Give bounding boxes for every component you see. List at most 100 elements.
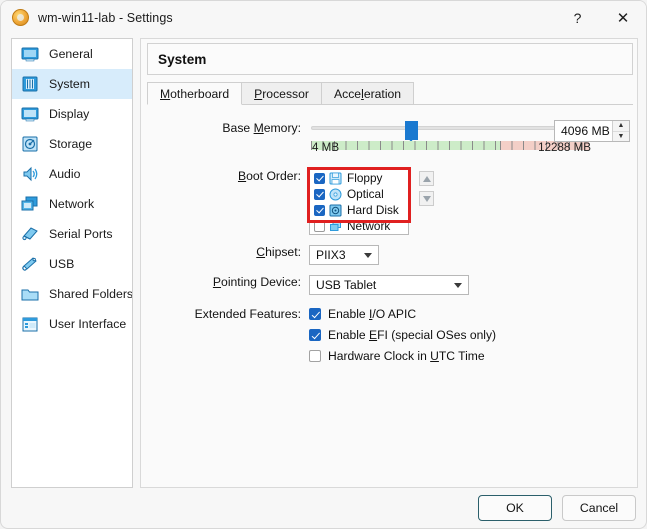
pointing-device-select[interactable]: USB Tablet	[309, 275, 469, 295]
window-controls: ? ✕	[555, 1, 646, 34]
close-button[interactable]: ✕	[600, 1, 646, 34]
chipset-select[interactable]: PIIX3	[309, 245, 379, 265]
checkbox-enable-efi[interactable]: Enable EFI (special OSes only)	[309, 328, 496, 342]
boot-order-list[interactable]: Floppy Optical Hard Disk Network	[309, 169, 409, 235]
boot-checkbox-optical[interactable]	[314, 188, 325, 200]
help-button[interactable]: ?	[555, 1, 600, 34]
slider-max-label: 12288 MB	[538, 141, 591, 154]
sidebar-item-display[interactable]: Display	[12, 99, 132, 129]
boot-order-label: Boot Order:	[237, 169, 301, 183]
sidebar-item-general[interactable]: General	[12, 39, 132, 69]
boot-item-label: Network	[347, 219, 391, 233]
usb-plug-icon	[20, 255, 40, 274]
base-memory-slider[interactable]: 4 MB 12288 MB	[309, 121, 591, 157]
audio-speaker-icon	[20, 165, 40, 184]
spin-down-button[interactable]: ▼	[613, 132, 629, 142]
slider-handle[interactable]	[405, 121, 418, 142]
chipset-value: PIIX3	[316, 248, 346, 262]
settings-sidebar[interactable]: General System Display Storage Audio Net…	[11, 38, 133, 488]
sidebar-item-label: System	[49, 77, 90, 91]
slider-min-label: 4 MB	[312, 141, 340, 154]
general-monitor-icon	[20, 45, 40, 64]
storage-disk-icon	[20, 135, 40, 154]
floppy-disk-icon	[329, 172, 342, 185]
sidebar-item-shared-folders[interactable]: Shared Folders	[12, 279, 132, 309]
chipset-row: Chipset: PIIX3	[141, 245, 639, 265]
checkbox-box[interactable]	[309, 308, 321, 320]
slider-scale: 4 MB 12288 MB	[309, 141, 591, 157]
settings-window: wm-win11-lab - Settings ? ✕ General Syst…	[0, 0, 647, 529]
sidebar-item-label: USB	[49, 257, 75, 271]
sidebar-item-audio[interactable]: Audio	[12, 159, 132, 189]
user-interface-window-icon	[20, 315, 40, 334]
move-up-button[interactable]	[419, 171, 434, 186]
network-boot-icon	[329, 220, 342, 233]
serial-ports-icon	[20, 225, 40, 244]
boot-item-label: Optical	[347, 187, 384, 201]
slider-groove	[311, 126, 589, 130]
sidebar-item-label: Storage	[49, 137, 93, 151]
boot-item-floppy[interactable]: Floppy	[310, 170, 408, 186]
sidebar-item-network[interactable]: Network	[12, 189, 132, 219]
boot-item-network[interactable]: Network	[310, 218, 408, 234]
tab-processor[interactable]: Processor	[241, 82, 322, 104]
sidebar-item-label: Network	[49, 197, 95, 211]
page-title: System	[158, 51, 207, 67]
chevron-down-icon	[454, 282, 462, 288]
ok-button[interactable]: OK	[478, 494, 552, 521]
sidebar-item-user-interface[interactable]: User Interface	[12, 309, 132, 339]
chevron-down-icon	[364, 252, 372, 258]
sidebar-item-label: Shared Folders	[49, 287, 133, 301]
base-memory-spinbox[interactable]: 4096 MB ▲ ▼	[554, 120, 630, 142]
boot-item-label: Floppy	[347, 171, 383, 185]
display-monitor-icon	[20, 105, 40, 124]
sidebar-item-label: Display	[49, 107, 90, 121]
tab-acceleration[interactable]: Acceleration	[320, 82, 415, 104]
checkbox-box[interactable]	[309, 329, 321, 341]
hard-disk-icon	[329, 204, 342, 217]
checkbox-enable-io-apic[interactable]: Enable I/O APIC	[309, 307, 496, 321]
sidebar-item-label: General	[49, 47, 93, 61]
boot-item-optical[interactable]: Optical	[310, 186, 408, 202]
title-bar: wm-win11-lab - Settings ? ✕	[1, 1, 646, 34]
extended-features-list: Enable I/O APIC Enable EFI (special OSes…	[309, 307, 496, 363]
tab-motherboard[interactable]: Motherboard	[147, 82, 243, 105]
boot-checkbox-floppy[interactable]	[314, 172, 325, 184]
extended-features-row: Extended Features: Enable I/O APIC Enabl…	[141, 307, 639, 363]
chipset-label: Chipset:	[256, 245, 301, 259]
sidebar-item-usb[interactable]: USB	[12, 249, 132, 279]
system-settings-panel: System Motherboard Processor Acceleratio…	[140, 38, 638, 488]
pointing-device-value: USB Tablet	[316, 278, 377, 292]
optical-disc-icon	[329, 188, 342, 201]
cancel-button[interactable]: Cancel	[562, 494, 636, 521]
move-down-button[interactable]	[419, 191, 434, 206]
base-memory-row: Base Memory: 4 MB 12288 MB 4096 MB ▲ ▼	[141, 120, 639, 157]
sidebar-item-label: Audio	[49, 167, 81, 181]
sidebar-item-system[interactable]: System	[12, 69, 132, 99]
system-chip-icon	[20, 75, 40, 94]
motherboard-form: Base Memory: 4 MB 12288 MB 4096 MB ▲ ▼ B…	[141, 109, 639, 363]
base-memory-label: Base Memory:	[222, 121, 301, 135]
extended-features-label: Extended Features:	[194, 307, 301, 321]
dialog-footer: OK Cancel	[1, 487, 646, 528]
virtualbox-icon	[12, 9, 29, 26]
network-cards-icon	[20, 195, 40, 214]
sidebar-item-serial-ports[interactable]: Serial Ports	[12, 219, 132, 249]
boot-item-hard-disk[interactable]: Hard Disk	[310, 202, 408, 218]
spin-buttons[interactable]: ▲ ▼	[612, 121, 629, 141]
window-title: wm-win11-lab - Settings	[38, 10, 173, 25]
checkbox-label: Enable I/O APIC	[328, 307, 417, 321]
boot-order-reorder-buttons[interactable]	[419, 171, 434, 206]
boot-checkbox-network[interactable]	[314, 220, 325, 232]
boot-order-row: Boot Order: Floppy Optical Hard Disk Net…	[141, 167, 639, 235]
pointing-device-label: Pointing Device:	[212, 275, 301, 289]
boot-checkbox-hard-disk[interactable]	[314, 204, 325, 216]
base-memory-value: 4096 MB	[561, 124, 610, 138]
tab-strip[interactable]: Motherboard Processor Acceleration	[147, 82, 633, 105]
shared-folder-icon	[20, 285, 40, 304]
spin-up-button[interactable]: ▲	[613, 121, 629, 132]
checkbox-box[interactable]	[309, 350, 321, 362]
sidebar-item-storage[interactable]: Storage	[12, 129, 132, 159]
checkbox-hardware-clock-utc[interactable]: Hardware Clock in UTC Time	[309, 349, 496, 363]
checkbox-label: Enable EFI (special OSes only)	[328, 328, 497, 342]
